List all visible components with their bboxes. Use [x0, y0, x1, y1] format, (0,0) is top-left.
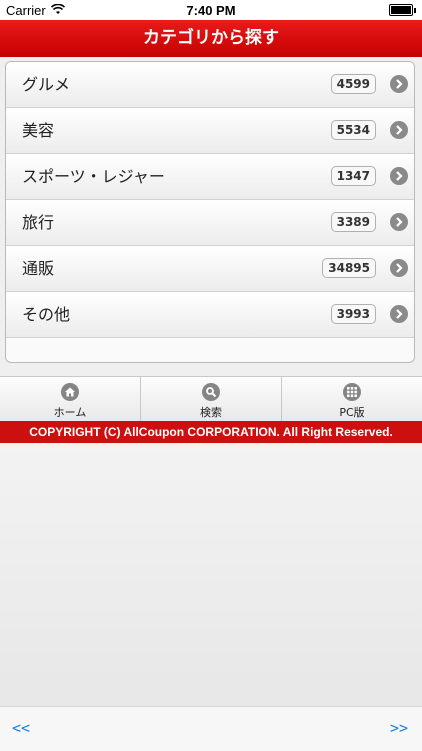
search-icon	[202, 383, 220, 401]
chevron-right-icon	[390, 305, 408, 323]
chevron-right-icon	[390, 75, 408, 93]
category-label: スポーツ・レジャー	[22, 167, 165, 186]
chevron-right-icon	[390, 259, 408, 277]
tab-search[interactable]: 検索	[141, 377, 282, 422]
tab-home[interactable]: ホーム	[0, 377, 141, 422]
category-row-other[interactable]: その他 3993	[6, 292, 414, 338]
count-badge: 34895	[322, 258, 376, 278]
tab-pc-label: PC版	[339, 406, 365, 419]
category-row-mail-order[interactable]: 通販 34895	[6, 246, 414, 292]
grid-icon	[343, 383, 361, 401]
count-badge: 1347	[330, 166, 376, 186]
page-title: カテゴリから探す	[0, 20, 422, 57]
forward-button[interactable]: >>	[390, 719, 408, 737]
empty-content-area	[0, 443, 422, 706]
tab-home-label: ホーム	[53, 406, 87, 419]
count-badge: 5534	[330, 120, 376, 140]
count-badge: 3389	[330, 212, 376, 232]
count-badge: 4599	[330, 74, 376, 94]
category-row-sports-leisure[interactable]: スポーツ・レジャー 1347	[6, 154, 414, 200]
category-label: その他	[22, 305, 71, 324]
status-bar: Carrier 7:40 PM	[0, 0, 422, 20]
category-row-gourmet[interactable]: グルメ 4599	[6, 62, 414, 108]
home-icon	[61, 383, 79, 401]
category-label: 旅行	[22, 213, 55, 232]
chevron-right-icon	[390, 167, 408, 185]
status-time: 7:40 PM	[186, 3, 236, 18]
category-label: 美容	[22, 121, 55, 140]
tab-bar: ホーム 検索 PC版	[0, 376, 422, 422]
chevron-right-icon	[390, 213, 408, 231]
browser-nav-bar: << >>	[0, 706, 422, 751]
copyright-footer: COPYRIGHT (C) AllCoupon CORPORATION. All…	[0, 421, 422, 443]
battery-icon	[389, 4, 416, 16]
count-badge: 3993	[330, 304, 376, 324]
tab-pc-version[interactable]: PC版	[282, 377, 422, 422]
category-row-beauty[interactable]: 美容 5534	[6, 108, 414, 154]
category-label: グルメ	[22, 75, 71, 94]
tab-search-label: 検索	[200, 406, 222, 419]
category-list: グルメ 4599 美容 5534 スポーツ・レジャー 1347 旅行 3389 …	[5, 61, 415, 363]
category-label: 通販	[22, 259, 55, 278]
chevron-right-icon	[390, 121, 408, 139]
back-button[interactable]: <<	[12, 719, 30, 737]
category-row-travel[interactable]: 旅行 3389	[6, 200, 414, 246]
